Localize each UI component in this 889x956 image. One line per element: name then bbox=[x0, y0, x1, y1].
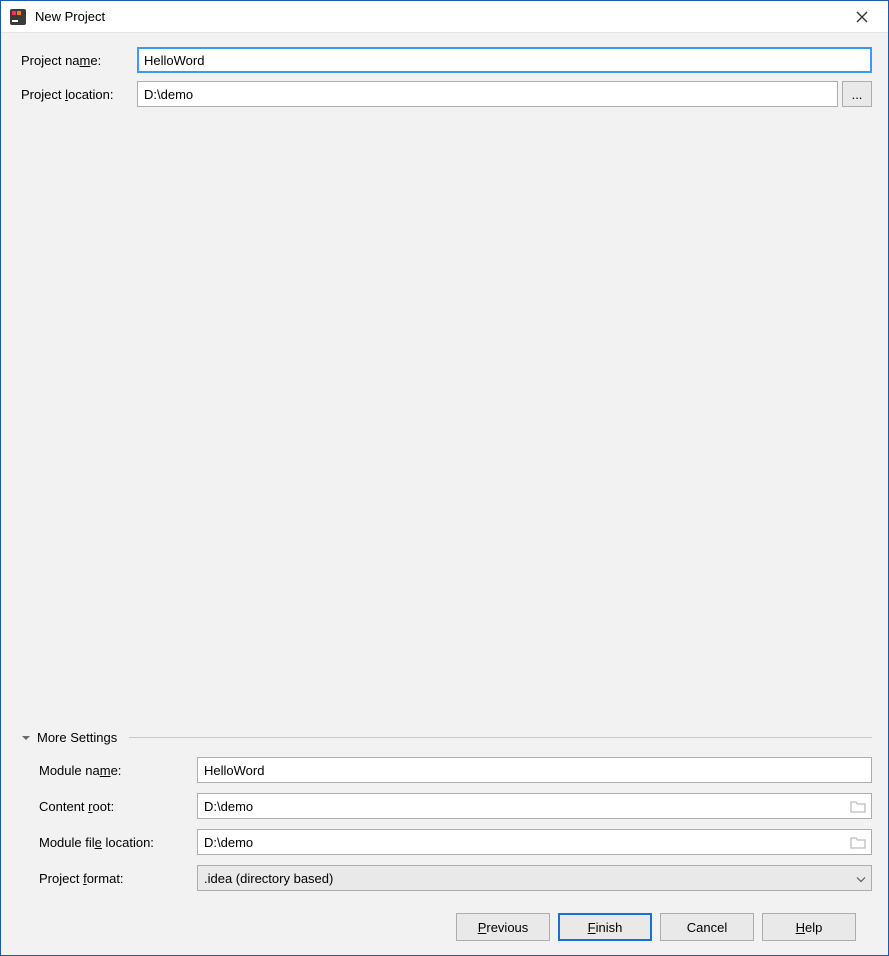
dialog-content: Project name: Project location: ... More… bbox=[1, 33, 888, 955]
project-name-input[interactable] bbox=[137, 47, 872, 73]
project-format-value: .idea (directory based) bbox=[197, 865, 872, 891]
browse-location-button[interactable]: ... bbox=[842, 81, 872, 107]
module-name-input[interactable] bbox=[197, 757, 872, 783]
button-bar: Previous Finish Cancel Help bbox=[21, 901, 872, 955]
module-name-row: Module name: bbox=[39, 757, 872, 783]
content-root-input[interactable] bbox=[197, 793, 872, 819]
spacer bbox=[21, 115, 872, 730]
project-format-row: Project format: .idea (directory based) bbox=[39, 865, 872, 891]
new-project-dialog: New Project Project name: Project locati… bbox=[0, 0, 889, 956]
project-name-label: Project name: bbox=[21, 53, 137, 68]
close-button[interactable] bbox=[842, 2, 882, 32]
project-location-label: Project location: bbox=[21, 87, 137, 102]
more-settings-panel: Module name: Content root: Module file l… bbox=[21, 757, 872, 901]
dialog-title: New Project bbox=[35, 9, 842, 24]
previous-button[interactable]: Previous bbox=[456, 913, 550, 941]
content-root-label: Content root: bbox=[39, 799, 197, 814]
project-location-row: Project location: ... bbox=[21, 81, 872, 107]
finish-button[interactable]: Finish bbox=[558, 913, 652, 941]
collapse-arrow-icon[interactable] bbox=[21, 733, 31, 743]
module-file-location-label: Module file location: bbox=[39, 835, 197, 850]
cancel-button[interactable]: Cancel bbox=[660, 913, 754, 941]
more-settings-label: More Settings bbox=[37, 730, 117, 745]
project-name-row: Project name: bbox=[21, 47, 872, 73]
project-format-label: Project format: bbox=[39, 871, 197, 886]
titlebar: New Project bbox=[1, 1, 888, 33]
folder-icon[interactable] bbox=[850, 799, 866, 813]
help-button[interactable]: Help bbox=[762, 913, 856, 941]
content-root-row: Content root: bbox=[39, 793, 872, 819]
project-format-select[interactable]: .idea (directory based) bbox=[197, 865, 872, 891]
divider bbox=[129, 737, 872, 738]
module-file-location-input[interactable] bbox=[197, 829, 872, 855]
module-file-location-row: Module file location: bbox=[39, 829, 872, 855]
more-settings-header[interactable]: More Settings bbox=[21, 730, 872, 745]
folder-icon[interactable] bbox=[850, 835, 866, 849]
module-name-label: Module name: bbox=[39, 763, 197, 778]
intellij-icon bbox=[9, 8, 27, 26]
project-location-input[interactable] bbox=[137, 81, 838, 107]
